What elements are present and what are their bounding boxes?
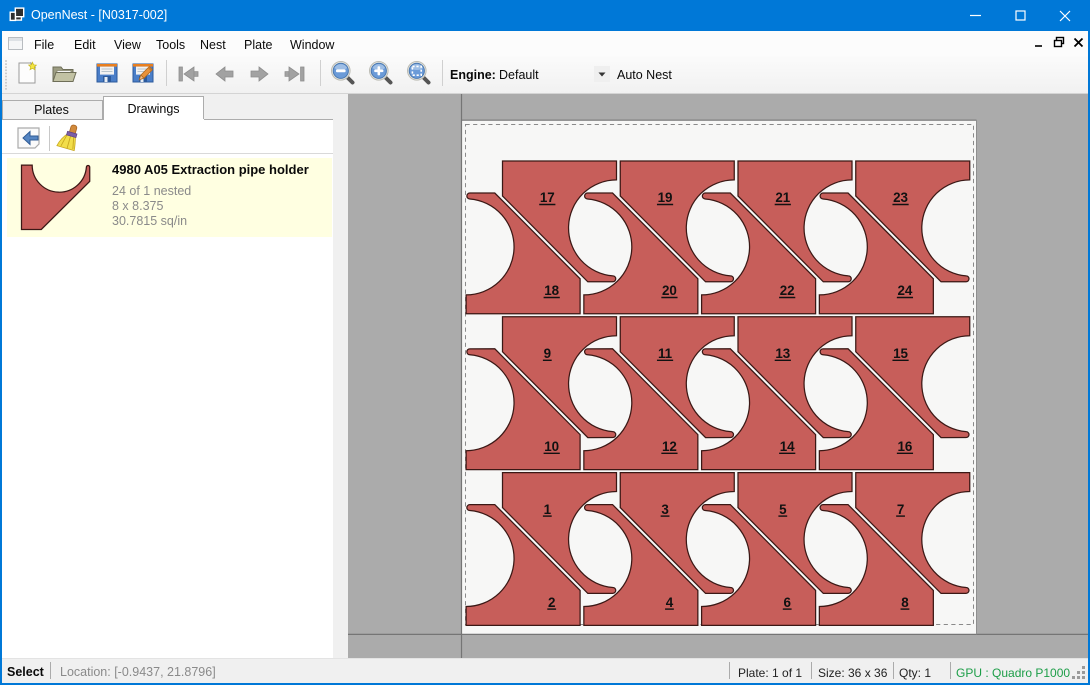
svg-text:8: 8	[901, 595, 909, 610]
svg-text:10: 10	[544, 439, 559, 454]
svg-text:9: 9	[544, 346, 551, 361]
svg-text:18: 18	[544, 283, 559, 298]
svg-text:3: 3	[661, 502, 668, 517]
svg-text:16: 16	[897, 439, 912, 454]
svg-text:15: 15	[893, 346, 908, 361]
svg-text:4: 4	[666, 595, 674, 610]
svg-text:11: 11	[658, 346, 673, 361]
svg-text:5: 5	[779, 502, 787, 517]
svg-text:6: 6	[783, 595, 790, 610]
svg-text:7: 7	[897, 502, 904, 517]
svg-text:13: 13	[775, 346, 790, 361]
svg-text:17: 17	[540, 190, 555, 205]
svg-text:23: 23	[893, 190, 908, 205]
svg-text:22: 22	[780, 283, 795, 298]
svg-text:20: 20	[662, 283, 677, 298]
svg-text:1: 1	[544, 502, 552, 517]
svg-text:21: 21	[775, 190, 790, 205]
svg-text:14: 14	[780, 439, 795, 454]
svg-text:19: 19	[658, 190, 673, 205]
svg-text:24: 24	[897, 283, 912, 298]
svg-text:2: 2	[548, 595, 555, 610]
svg-text:12: 12	[662, 439, 677, 454]
